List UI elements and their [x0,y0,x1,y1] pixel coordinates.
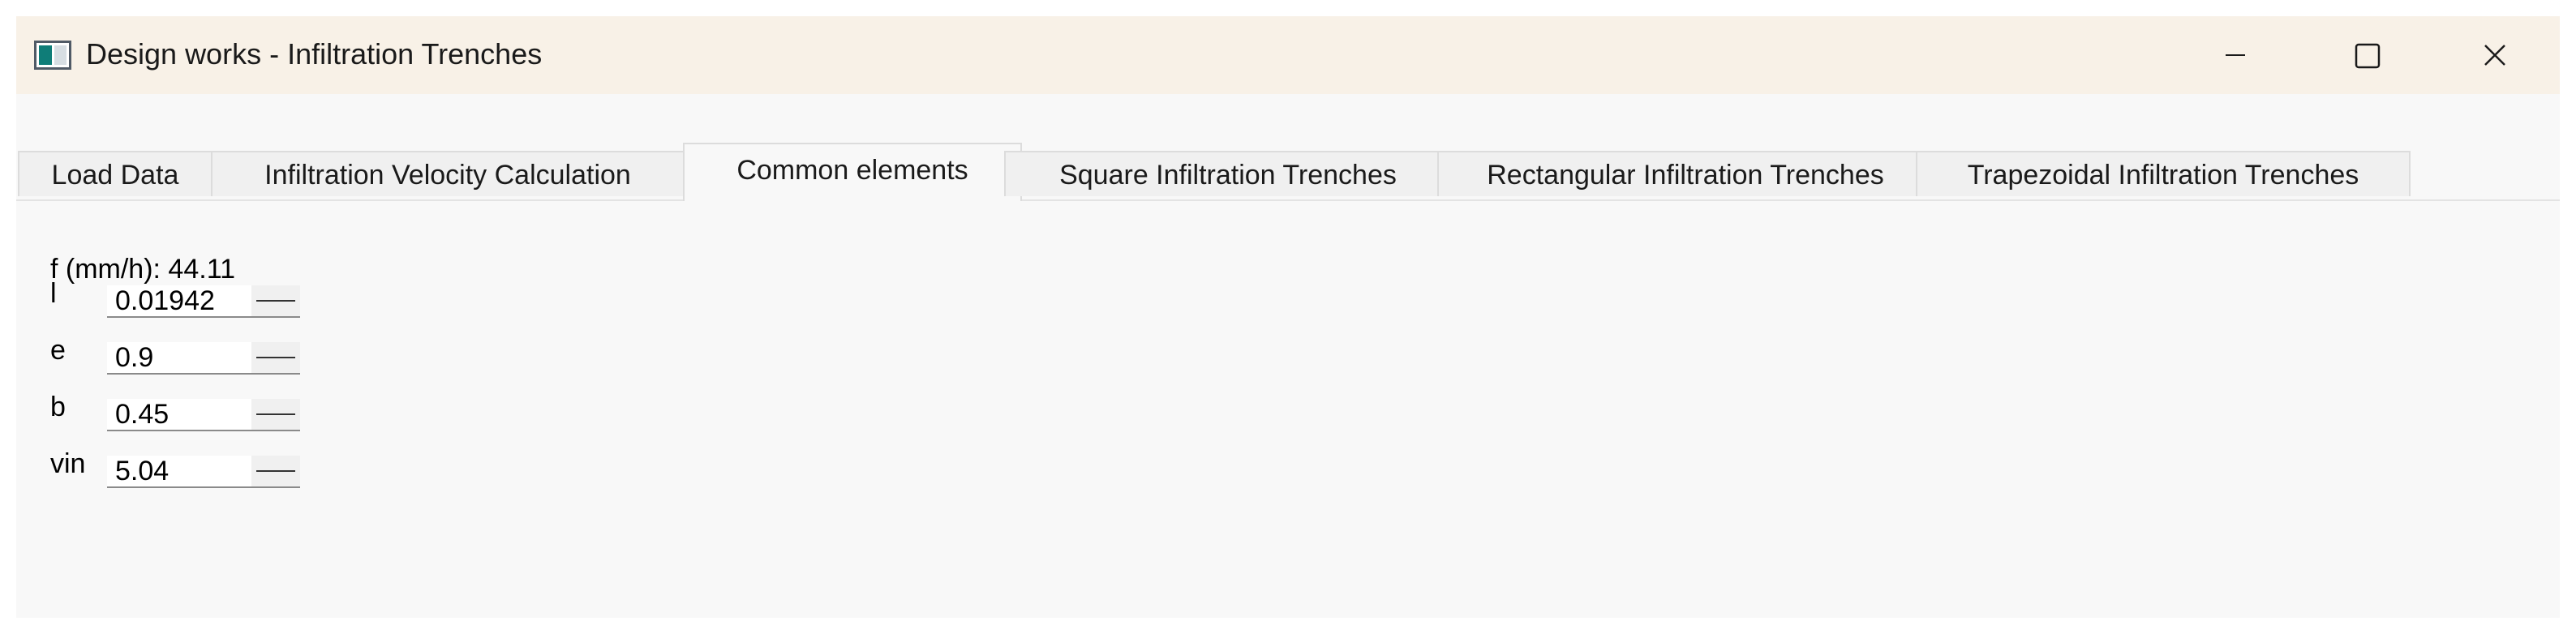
e-spin-button[interactable] [251,342,300,375]
window-title: Design works - Infiltration Trenches [86,37,543,71]
l-spin-button[interactable] [251,285,300,318]
tab-trapezoidal-infiltration-trenches[interactable]: Trapezoidal Infiltration Trenches [1916,151,2411,196]
minimize-icon [2226,54,2245,56]
app-window: Design works - Infiltration Trenches Loa… [16,16,2560,618]
field-row-l: l [16,277,341,318]
field-row-e: e [16,334,341,375]
close-button[interactable] [2430,16,2560,94]
field-label-vin: vin [50,448,86,479]
l-input[interactable] [107,285,251,318]
tab-bar: Load Data Infiltration Velocity Calculat… [16,136,2560,201]
maximize-icon [2355,43,2381,69]
minimize-button[interactable] [2170,16,2300,94]
b-spin-button[interactable] [251,399,300,431]
field-label-e: e [50,335,66,366]
maximize-button[interactable] [2300,16,2430,94]
vin-input[interactable] [107,456,251,488]
field-label-l: l [50,278,57,309]
common-elements-panel: f (mm/h): 44.11 l e b vin [16,201,2560,618]
b-input[interactable] [107,399,251,431]
vin-spin-button[interactable] [251,456,300,488]
tab-common-elements[interactable]: Common elements [683,143,1022,201]
tab-load-data[interactable]: Load Data [18,151,213,196]
e-input[interactable] [107,342,251,375]
tab-infiltration-velocity-calculation[interactable]: Infiltration Velocity Calculation [211,151,685,196]
close-icon [2484,45,2505,66]
app-window-icon [34,41,71,70]
tab-square-infiltration-trenches[interactable]: Square Infiltration Trenches [1004,151,1452,196]
tab-rectangular-infiltration-trenches[interactable]: Rectangular Infiltration Trenches [1437,151,1934,196]
field-row-b: b [16,391,341,431]
title-bar[interactable]: Design works - Infiltration Trenches [16,16,2560,94]
field-row-vin: vin [16,448,341,488]
field-label-b: b [50,392,66,422]
